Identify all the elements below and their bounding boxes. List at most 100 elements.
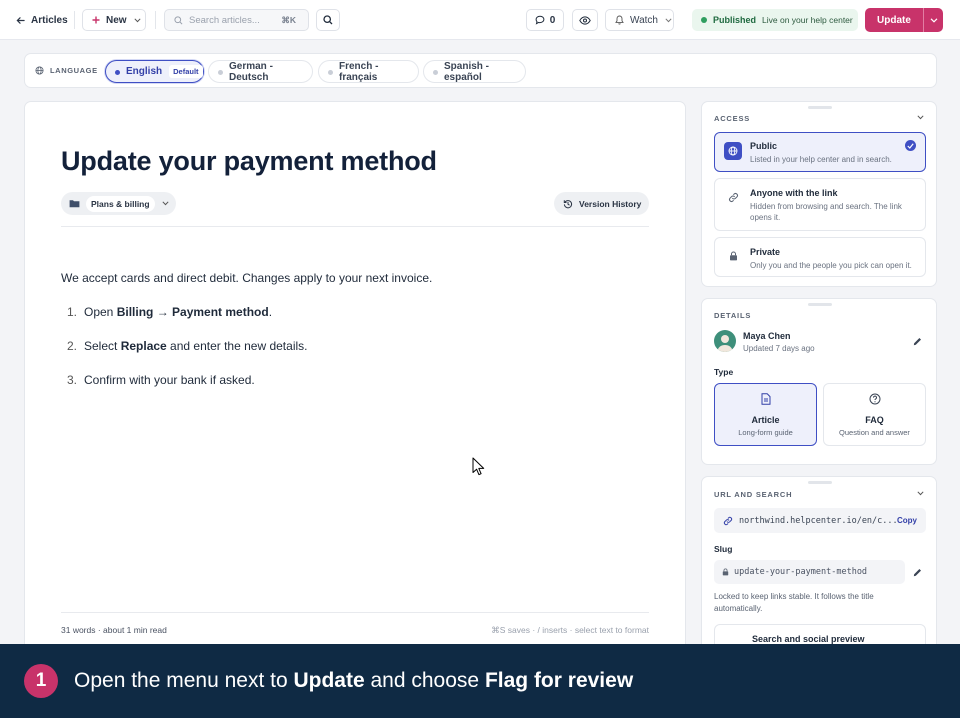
comments-button[interactable]: 0 (526, 9, 564, 31)
access-title: ACCESS (714, 114, 751, 123)
arrow-left-icon (16, 16, 25, 25)
link-icon (723, 516, 733, 526)
pencil-icon[interactable] (913, 568, 922, 577)
type-label: Type (714, 367, 734, 377)
type-title: Article (751, 415, 780, 425)
instruction-bold: Update (293, 669, 365, 692)
copy-url-button[interactable]: Copy (897, 516, 917, 525)
lock-icon (724, 247, 742, 265)
update-button[interactable]: Update (865, 8, 923, 32)
slug-value: update-your-payment-method (734, 567, 868, 577)
article-url-field[interactable]: northwind.helpcenter.io/en/c... Copy (714, 508, 926, 533)
access-option-private[interactable]: Private Only you and the people you pick… (714, 237, 926, 277)
status-dot (328, 70, 333, 75)
divider (61, 226, 649, 227)
instruction-text: Open the menu next to Update and choose … (74, 669, 633, 693)
details-title: DETAILS (714, 311, 752, 320)
divider (155, 11, 156, 29)
drag-handle[interactable] (808, 106, 832, 109)
update-menu-button[interactable] (924, 8, 943, 32)
version-history-button[interactable]: Version History (554, 192, 649, 215)
globe-icon (724, 142, 742, 160)
page-title[interactable]: Update your payment method (61, 146, 437, 177)
type-description: Question and answer (839, 428, 910, 437)
list-text: Open (84, 305, 117, 319)
preview-button[interactable] (572, 9, 598, 31)
folder-icon (69, 199, 80, 208)
updated-time: Updated 7 days ago (743, 344, 815, 353)
watch-button[interactable]: Watch (605, 9, 674, 31)
drag-handle[interactable] (808, 303, 832, 306)
word-count: 31 words · about 1 min read (61, 625, 167, 635)
search-icon (174, 15, 183, 25)
default-badge: Default (169, 65, 203, 78)
category-selector[interactable]: Plans & billing (61, 192, 176, 215)
drag-handle[interactable] (808, 481, 832, 484)
slug-field: update-your-payment-method (714, 560, 905, 584)
divider (61, 612, 649, 613)
check-icon (905, 140, 916, 151)
status-detail: Live on your help center (762, 15, 853, 25)
list-text: Select (84, 339, 121, 353)
step-number-badge: 1 (24, 664, 58, 698)
update-button-group: Update (865, 8, 943, 32)
language-pill-spanish[interactable]: Spanish - español (423, 60, 526, 83)
editor-hint: ⌘S saves · / inserts · select text to fo… (491, 625, 649, 635)
access-option-public[interactable]: Public Listed in your help center and in… (714, 132, 926, 172)
details-card: DETAILS Maya Chen Updated 7 days ago Typ… (701, 298, 937, 465)
article-body[interactable]: We accept cards and direct debit. Change… (61, 270, 651, 387)
list-item: 2. Select Replace and enter the new detai… (67, 339, 307, 353)
list-bold-text: Billing → Payment method (116, 305, 269, 319)
language-bar: LANGUAGE English Default German - Deutsc… (24, 53, 937, 88)
chevron-down-icon[interactable] (917, 491, 924, 496)
top-bar: Articles New Search articles... ⌘K 0 Wat… (0, 0, 960, 40)
instruction-bold: Flag for review (484, 669, 634, 692)
search-input[interactable]: Search articles... ⌘K (164, 9, 309, 31)
language-name: German - Deutsch (229, 60, 273, 83)
option-description: Hidden from browsing and search. The lin… (750, 202, 902, 222)
lock-icon (722, 568, 729, 576)
type-option-article[interactable]: Article Long-form guide (714, 383, 817, 446)
type-title: FAQ (865, 415, 884, 425)
back-label: Articles (31, 14, 68, 26)
language-name: Spanish - español (444, 60, 490, 83)
url-search-title: URL AND SEARCH (714, 490, 793, 499)
chevron-down-icon[interactable] (917, 115, 924, 120)
new-button[interactable]: New (82, 9, 146, 31)
status-badge: Published Live on your help center (692, 9, 858, 31)
mouse-cursor-icon (472, 457, 485, 481)
list-item: 1. Open Billing → Payment method. (67, 305, 272, 319)
status-dot (218, 70, 223, 75)
category-label: Plans & billing (86, 195, 155, 212)
search-button[interactable] (316, 9, 340, 31)
language-label-group: LANGUAGE (35, 66, 98, 75)
status-dot (115, 70, 120, 75)
slug-note: Locked to keep links stable. It follows … (714, 592, 874, 613)
language-pill-french[interactable]: French - français (318, 60, 419, 83)
question-icon (869, 393, 881, 405)
list-number: 1. (67, 305, 78, 319)
comments-count: 0 (549, 14, 556, 26)
status-dot (433, 70, 438, 75)
language-pill-english[interactable]: English Default (105, 60, 204, 83)
status-dot (701, 17, 707, 23)
pencil-icon[interactable] (913, 337, 922, 346)
type-option-faq[interactable]: FAQ Question and answer (823, 383, 926, 446)
instruction-banner: 1 Open the menu next to Update and choos… (0, 644, 960, 718)
chevron-down-icon (162, 201, 169, 206)
author-name: Maya Chen (743, 331, 791, 341)
access-option-link[interactable]: Anyone with the link Hidden from browsin… (714, 178, 926, 231)
chevron-down-icon (930, 17, 938, 23)
slug-label: Slug (714, 544, 733, 554)
eye-icon (579, 15, 591, 25)
option-description: Listed in your help center and in search… (750, 155, 892, 164)
option-title: Anyone with the link (750, 188, 838, 198)
language-name: English (126, 66, 163, 77)
chevron-down-icon (665, 17, 672, 23)
article-intro: We accept cards and direct debit. Change… (61, 271, 433, 285)
language-pill-german[interactable]: German - Deutsch (208, 60, 313, 83)
type-description: Long-form guide (738, 428, 793, 437)
back-to-articles-link[interactable]: Articles (16, 13, 68, 27)
option-title: Private (750, 247, 781, 257)
search-shortcut: ⌘K (281, 14, 296, 25)
